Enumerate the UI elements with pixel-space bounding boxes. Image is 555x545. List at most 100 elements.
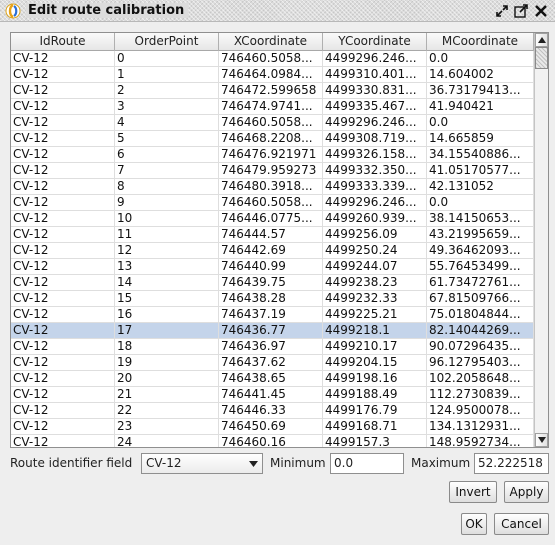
table-row[interactable]: CV-12 24 746460.16 4499157.3 148.9592734... — [11, 435, 534, 447]
cell-orderpoint[interactable]: 17 — [115, 323, 219, 338]
cell-mcoordinate[interactable]: 0.0 — [427, 51, 534, 66]
cell-xcoordinate[interactable]: 746474.9741... — [219, 99, 323, 114]
cell-idroute[interactable]: CV-12 — [11, 131, 115, 146]
cell-idroute[interactable]: CV-12 — [11, 179, 115, 194]
cell-idroute[interactable]: CV-12 — [11, 163, 115, 178]
cell-xcoordinate[interactable]: 746468.2208... — [219, 131, 323, 146]
cell-idroute[interactable]: CV-12 — [11, 435, 115, 447]
cell-idroute[interactable]: CV-12 — [11, 243, 115, 258]
cell-xcoordinate[interactable]: 746476.921971 — [219, 147, 323, 162]
maximum-input[interactable]: 52.222518 — [474, 453, 549, 474]
cell-mcoordinate[interactable]: 0.0 — [427, 115, 534, 130]
cell-xcoordinate[interactable]: 746444.57 — [219, 227, 323, 242]
maximize-icon[interactable] — [513, 3, 529, 19]
table-row[interactable]: CV-12 9 746460.5058... 4499296.246... 0.0 — [11, 195, 534, 211]
cell-idroute[interactable]: CV-12 — [11, 339, 115, 354]
cell-orderpoint[interactable]: 21 — [115, 387, 219, 402]
cell-orderpoint[interactable]: 10 — [115, 211, 219, 226]
cell-ycoordinate[interactable]: 4499296.246... — [323, 51, 427, 66]
cell-ycoordinate[interactable]: 4499335.467... — [323, 99, 427, 114]
cell-ycoordinate[interactable]: 4499188.49 — [323, 387, 427, 402]
cell-ycoordinate[interactable]: 4499296.246... — [323, 195, 427, 210]
cell-orderpoint[interactable]: 22 — [115, 403, 219, 418]
cell-orderpoint[interactable]: 9 — [115, 195, 219, 210]
title-bar[interactable]: Edit route calibration — [0, 0, 555, 22]
cell-xcoordinate[interactable]: 746460.5058... — [219, 115, 323, 130]
cell-mcoordinate[interactable]: 134.1312931... — [427, 419, 534, 434]
invert-button[interactable]: Invert — [449, 481, 497, 503]
table-row[interactable]: CV-12 22 746446.33 4499176.79 124.9500078... — [11, 403, 534, 419]
cell-ycoordinate[interactable]: 4499256.09 — [323, 227, 427, 242]
cell-idroute[interactable]: CV-12 — [11, 291, 115, 306]
cell-ycoordinate[interactable]: 4499157.3 — [323, 435, 427, 447]
cell-orderpoint[interactable]: 3 — [115, 99, 219, 114]
column-header-ycoordinate[interactable]: YCoordinate — [323, 33, 427, 51]
ok-button[interactable]: OK — [461, 513, 487, 535]
table-row[interactable]: CV-12 2 746472.599658 4499330.831... 36.7317… — [11, 83, 534, 99]
cell-mcoordinate[interactable]: 14.665859 — [427, 131, 534, 146]
cell-idroute[interactable]: CV-12 — [11, 99, 115, 114]
cell-idroute[interactable]: CV-12 — [11, 371, 115, 386]
scroll-up-button[interactable] — [535, 33, 548, 47]
cell-ycoordinate[interactable]: 4499260.939... — [323, 211, 427, 226]
cell-ycoordinate[interactable]: 4499296.246... — [323, 115, 427, 130]
table-row[interactable]: CV-12 19 746437.62 4499204.15 96.12795403... — [11, 355, 534, 371]
cell-mcoordinate[interactable]: 102.2058648... — [427, 371, 534, 386]
cell-xcoordinate[interactable]: 746436.97 — [219, 339, 323, 354]
table-row[interactable]: CV-12 17 746436.77 4499218.1 82.14044269... — [11, 323, 534, 339]
cell-xcoordinate[interactable]: 746446.0775... — [219, 211, 323, 226]
cell-mcoordinate[interactable]: 75.01804844... — [427, 307, 534, 322]
cell-orderpoint[interactable]: 18 — [115, 339, 219, 354]
cell-xcoordinate[interactable]: 746436.77 — [219, 323, 323, 338]
cell-mcoordinate[interactable]: 55.76453499... — [427, 259, 534, 274]
column-header-mcoordinate[interactable]: MCoordinate — [427, 33, 534, 51]
cell-xcoordinate[interactable]: 746437.62 — [219, 355, 323, 370]
minimum-input[interactable]: 0.0 — [330, 453, 404, 474]
cell-ycoordinate[interactable]: 4499210.17 — [323, 339, 427, 354]
table-row[interactable]: CV-12 23 746450.69 4499168.71 134.1312931... — [11, 419, 534, 435]
table-row[interactable]: CV-12 15 746438.28 4499232.33 67.81509766... — [11, 291, 534, 307]
cell-orderpoint[interactable]: 12 — [115, 243, 219, 258]
cell-orderpoint[interactable]: 2 — [115, 83, 219, 98]
cell-ycoordinate[interactable]: 4499333.339... — [323, 179, 427, 194]
table-row[interactable]: CV-12 13 746440.99 4499244.07 55.76453499... — [11, 259, 534, 275]
cell-orderpoint[interactable]: 13 — [115, 259, 219, 274]
cell-mcoordinate[interactable]: 43.21995659... — [427, 227, 534, 242]
cell-idroute[interactable]: CV-12 — [11, 307, 115, 322]
cell-idroute[interactable]: CV-12 — [11, 227, 115, 242]
cell-orderpoint[interactable]: 7 — [115, 163, 219, 178]
cell-ycoordinate[interactable]: 4499326.158... — [323, 147, 427, 162]
cell-xcoordinate[interactable]: 746480.3918... — [219, 179, 323, 194]
cell-mcoordinate[interactable]: 41.05170577... — [427, 163, 534, 178]
cell-xcoordinate[interactable]: 746472.599658 — [219, 83, 323, 98]
table-row[interactable]: CV-12 6 746476.921971 4499326.158... 34.1554… — [11, 147, 534, 163]
cell-orderpoint[interactable]: 11 — [115, 227, 219, 242]
cell-mcoordinate[interactable]: 82.14044269... — [427, 323, 534, 338]
cell-orderpoint[interactable]: 24 — [115, 435, 219, 447]
cell-xcoordinate[interactable]: 746460.16 — [219, 435, 323, 447]
cell-mcoordinate[interactable]: 49.36462093... — [427, 243, 534, 258]
table-row[interactable]: CV-12 5 746468.2208... 4499308.719... 14.665… — [11, 131, 534, 147]
cell-idroute[interactable]: CV-12 — [11, 67, 115, 82]
cell-mcoordinate[interactable]: 124.9500078... — [427, 403, 534, 418]
restore-icon[interactable] — [494, 3, 510, 19]
cell-idroute[interactable]: CV-12 — [11, 83, 115, 98]
scrollbar-thumb[interactable] — [535, 47, 548, 69]
cancel-button[interactable]: Cancel — [494, 513, 549, 535]
cell-ycoordinate[interactable]: 4499244.07 — [323, 259, 427, 274]
table-row[interactable]: CV-12 7 746479.959273 4499332.350... 41.0517… — [11, 163, 534, 179]
cell-ycoordinate[interactable]: 4499332.350... — [323, 163, 427, 178]
cell-idroute[interactable]: CV-12 — [11, 211, 115, 226]
cell-ycoordinate[interactable]: 4499238.23 — [323, 275, 427, 290]
cell-mcoordinate[interactable]: 0.0 — [427, 195, 534, 210]
cell-ycoordinate[interactable]: 4499232.33 — [323, 291, 427, 306]
cell-mcoordinate[interactable]: 67.81509766... — [427, 291, 534, 306]
cell-xcoordinate[interactable]: 746460.5058... — [219, 195, 323, 210]
cell-idroute[interactable]: CV-12 — [11, 275, 115, 290]
cell-ycoordinate[interactable]: 4499198.16 — [323, 371, 427, 386]
table-row[interactable]: CV-12 10 746446.0775... 4499260.939... 38.14… — [11, 211, 534, 227]
table-row[interactable]: CV-12 14 746439.75 4499238.23 61.73472761... — [11, 275, 534, 291]
cell-orderpoint[interactable]: 1 — [115, 67, 219, 82]
calibration-table[interactable]: IdRoute OrderPoint XCoordinate YCoordina… — [10, 32, 549, 448]
cell-orderpoint[interactable]: 20 — [115, 371, 219, 386]
